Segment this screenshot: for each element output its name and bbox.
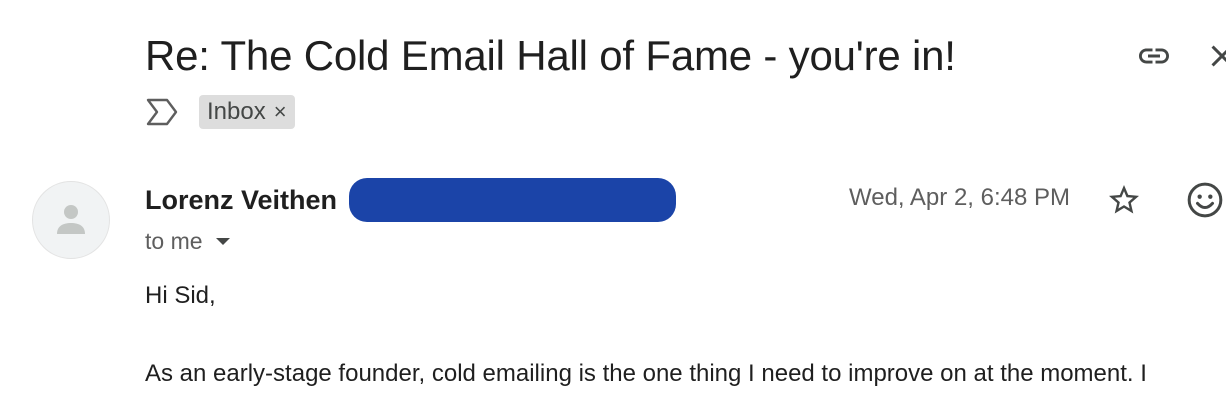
link-icon xyxy=(1139,48,1169,64)
header-actions xyxy=(1116,36,1226,76)
email-subject: Re: The Cold Email Hall of Fame - you're… xyxy=(145,32,956,79)
labels-row: Inbox × xyxy=(145,94,295,130)
emoji-reaction-button[interactable] xyxy=(1183,178,1226,222)
avatar-person-icon xyxy=(57,205,85,234)
sender-line: Lorenz Veithen xyxy=(145,178,677,222)
sender-email-redacted xyxy=(349,178,677,222)
close-icon xyxy=(1211,45,1226,67)
recipient-details-toggle[interactable]: to me xyxy=(145,226,233,256)
chevron-down-icon xyxy=(213,231,233,251)
recipient-text: to me xyxy=(145,227,203,254)
label-chip-text: Inbox xyxy=(207,98,266,125)
emoji-icon xyxy=(1187,182,1223,218)
importance-marker-icon xyxy=(146,98,178,126)
email-view: Re: The Cold Email Hall of Fame - you're… xyxy=(0,0,1226,404)
body-paragraph: As an early-stage founder, cold emailing… xyxy=(145,360,1147,387)
body-greeting: Hi Sid, xyxy=(145,282,216,309)
sender-name[interactable]: Lorenz Veithen xyxy=(145,185,337,216)
remove-label-button[interactable]: × xyxy=(274,101,287,123)
star-button[interactable] xyxy=(1104,180,1144,220)
avatar[interactable] xyxy=(32,181,110,259)
link-button[interactable] xyxy=(1136,38,1172,74)
star-icon xyxy=(1109,185,1139,214)
close-button[interactable] xyxy=(1204,38,1226,74)
importance-marker[interactable] xyxy=(145,95,179,129)
label-chip-inbox[interactable]: Inbox × xyxy=(199,95,295,129)
message-date: Wed, Apr 2, 6:48 PM xyxy=(849,184,1071,211)
